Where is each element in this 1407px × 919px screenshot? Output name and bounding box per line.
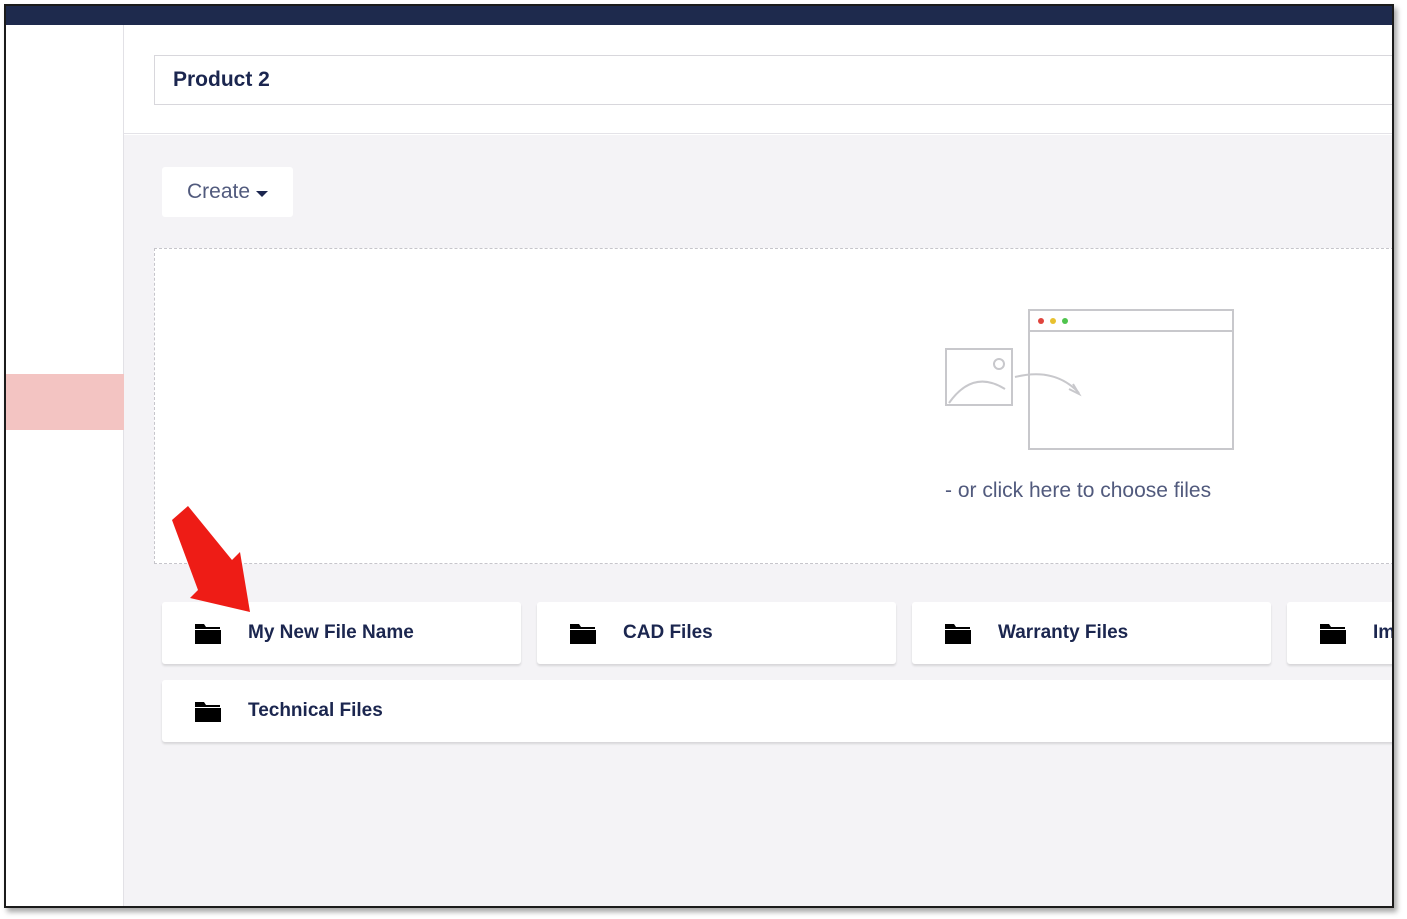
folder-tile[interactable]: Technical Files <box>162 680 1392 742</box>
folder-tile[interactable]: My New File Name <box>162 602 521 664</box>
folder-tile[interactable]: Warranty Files <box>912 602 1271 664</box>
upload-illustration-icon <box>945 309 1234 450</box>
node-name-input[interactable] <box>154 55 1392 105</box>
folder-label: Im <box>1373 622 1394 643</box>
folder-tile[interactable]: Im <box>1287 602 1394 664</box>
folder-label: Technical Files <box>248 700 383 721</box>
top-navigation-bar <box>6 6 1392 25</box>
dropzone-text: - or click here to choose files <box>945 479 1212 502</box>
create-button-label: Create <box>186 180 251 203</box>
folder-tile[interactable]: CAD Files <box>537 602 896 664</box>
sidebar-item-selected[interactable] <box>6 374 124 430</box>
folder-icon <box>195 702 221 722</box>
caret-down-icon <box>256 190 269 197</box>
folder-icon <box>1320 624 1346 644</box>
file-dropzone[interactable]: - or click here to choose files <box>154 248 1392 564</box>
editor-header <box>124 25 1392 134</box>
umbraco-window: Create - or click here to choose files <box>4 4 1394 908</box>
folder-label: My New File Name <box>248 622 414 643</box>
sidebar <box>6 25 124 906</box>
folder-icon <box>945 624 971 644</box>
folder-icon <box>570 624 596 644</box>
folder-label: Warranty Files <box>998 622 1129 643</box>
folder-icon <box>195 624 221 644</box>
media-content-area: Create - or click here to choose files M… <box>124 135 1392 906</box>
folder-label: CAD Files <box>623 622 713 643</box>
create-button[interactable]: Create <box>162 167 293 217</box>
